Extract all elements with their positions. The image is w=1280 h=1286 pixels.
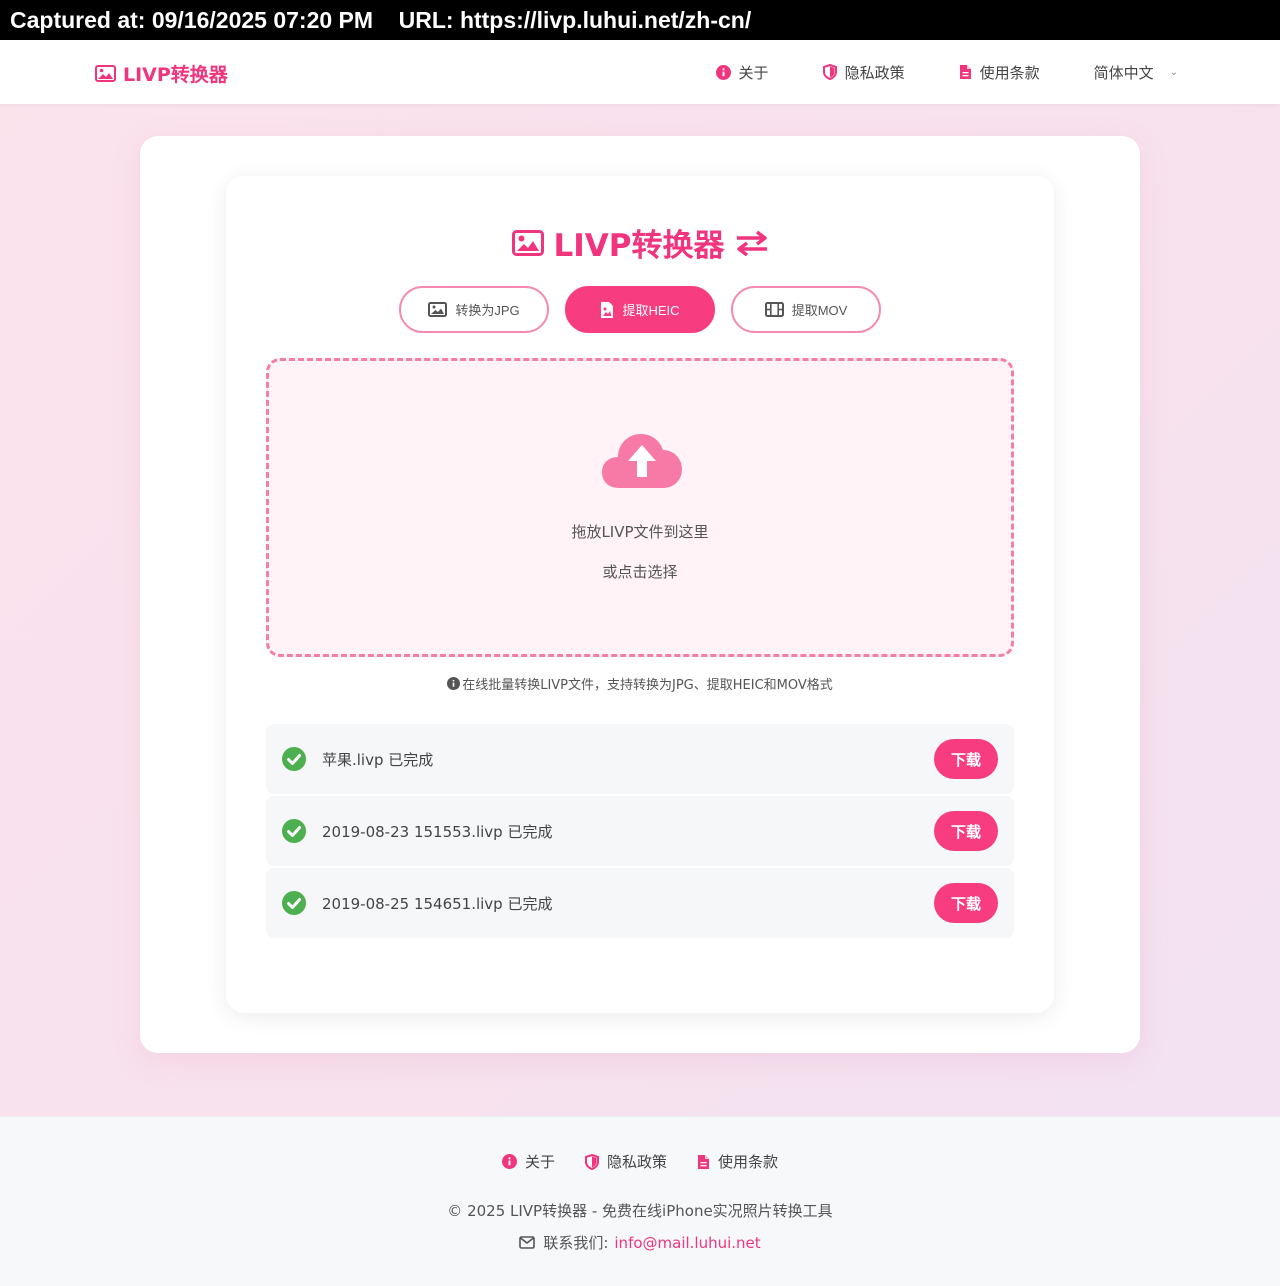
brand-logo-link[interactable]: LIVP转换器 — [95, 60, 228, 87]
info-circle-icon — [447, 677, 461, 690]
file-dropzone[interactable]: 拖放LIVP文件到这里 或点击选择 — [266, 358, 1014, 657]
copyright-text: © 2025 LIVP转换器 - 免费在线iPhone实况照片转换工具 — [447, 1202, 833, 1220]
file-name: 2019-08-25 154651.livp 已完成 — [322, 894, 553, 913]
outer-card: LIVP转换器 转换为JPG 提取HEIC 提取MOV 拖放LIVP文件到这里 … — [140, 136, 1140, 1053]
chevron-down-icon: ⌄ — [1169, 66, 1178, 78]
capture-banner: Captured at: 09/16/2025 07:20 PM URL: ht… — [0, 0, 1280, 40]
nav-about-link[interactable]: 关于 — [715, 62, 769, 83]
info-circle-icon — [501, 1154, 517, 1169]
download-button[interactable]: 下载 — [934, 811, 998, 851]
brand-name: LIVP转换器 — [123, 64, 228, 86]
footer-terms-label: 使用条款 — [718, 1153, 779, 1171]
info-text: 在线批量转换LIVP文件，支持转换为JPG、提取HEIC和MOV格式 — [462, 678, 833, 693]
file-row: 2019-08-23 151553.livp 已完成 下载 — [266, 796, 1014, 866]
contact-label: 联系我们: — [543, 1234, 609, 1252]
language-select[interactable]: 简体中文 ⌄ — [1094, 62, 1178, 83]
mode-jpg-label: 转换为JPG — [455, 303, 520, 318]
check-circle-icon — [282, 891, 306, 915]
document-icon — [697, 1154, 710, 1170]
nav-terms-label: 使用条款 — [979, 63, 1040, 82]
converter-card: LIVP转换器 转换为JPG 提取HEIC 提取MOV 拖放LIVP文件到这里 … — [226, 176, 1054, 1013]
dropzone-main-text: 拖放LIVP文件到这里 — [571, 523, 709, 541]
top-navbar: LIVP转换器 关于 隐私政策 使用条款 简体中文 ⌄ — [0, 40, 1280, 104]
info-circle-icon — [715, 64, 731, 80]
mode-mov-label: 提取MOV — [791, 303, 848, 318]
download-button[interactable]: 下载 — [934, 739, 998, 779]
title-text: LIVP转换器 — [553, 228, 725, 264]
footer-privacy-label: 隐私政策 — [606, 1153, 667, 1171]
footer-about-label: 关于 — [524, 1153, 555, 1171]
footer-privacy-link[interactable]: 隐私政策 — [584, 1151, 667, 1172]
contact-line: 联系我们: info@mail.luhui.net — [0, 1232, 1280, 1253]
document-icon — [959, 64, 972, 80]
mode-heic-label: 提取HEIC — [622, 303, 680, 318]
mode-selector: 转换为JPG 提取HEIC 提取MOV — [399, 286, 897, 333]
envelope-icon — [519, 1236, 536, 1249]
download-button[interactable]: 下载 — [934, 883, 998, 923]
image-icon — [95, 65, 116, 82]
info-note: 在线批量转换LIVP文件，支持转换为JPG、提取HEIC和MOV格式 — [226, 674, 1054, 693]
file-list: 苹果.livp 已完成 下载 2019-08-23 151553.livp 已完… — [266, 724, 1014, 940]
file-row: 苹果.livp 已完成 下载 — [266, 724, 1014, 794]
file-image-icon — [600, 301, 614, 319]
footer-terms-link[interactable]: 使用条款 — [697, 1151, 778, 1172]
check-circle-icon — [282, 747, 306, 771]
image-icon — [511, 229, 544, 256]
language-label: 简体中文 — [1093, 63, 1154, 82]
footer-about-link[interactable]: 关于 — [501, 1151, 555, 1172]
nav-about-label: 关于 — [738, 63, 769, 82]
mode-jpg-button[interactable]: 转换为JPG — [399, 286, 549, 333]
file-name: 苹果.livp 已完成 — [322, 750, 434, 769]
film-icon — [764, 302, 784, 317]
exchange-arrows-icon — [735, 230, 769, 256]
mode-heic-button[interactable]: 提取HEIC — [565, 286, 715, 333]
file-row: 2019-08-25 154651.livp 已完成 下载 — [266, 868, 1014, 938]
footer-links: 关于 隐私政策 使用条款 — [0, 1151, 1280, 1172]
page-footer: 关于 隐私政策 使用条款 © 2025 LIVP转换器 - 免费在线iPhone… — [0, 1116, 1280, 1286]
image-icon — [428, 302, 448, 317]
cloud-upload-icon — [601, 431, 683, 493]
nav-links: 关于 隐私政策 使用条款 简体中文 ⌄ — [662, 40, 1178, 104]
page-title: LIVP转换器 — [226, 220, 1054, 265]
mode-mov-button[interactable]: 提取MOV — [731, 286, 881, 333]
shield-icon — [822, 64, 837, 80]
file-name: 2019-08-23 151553.livp 已完成 — [322, 822, 553, 841]
nav-privacy-link[interactable]: 隐私政策 — [822, 62, 905, 83]
contact-email-link[interactable]: info@mail.luhui.net — [614, 1234, 760, 1252]
nav-terms-link[interactable]: 使用条款 — [959, 62, 1040, 83]
check-circle-icon — [282, 819, 306, 843]
nav-privacy-label: 隐私政策 — [844, 63, 905, 82]
dropzone-sub-text: 或点击选择 — [602, 563, 678, 581]
shield-icon — [584, 1153, 599, 1170]
